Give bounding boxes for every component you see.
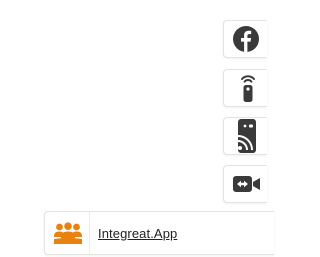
- cast-to-device-icon: [235, 119, 259, 153]
- remote-button[interactable]: [223, 69, 267, 107]
- facebook-button[interactable]: [223, 20, 267, 58]
- video-call-icon: [233, 174, 261, 194]
- cast-button[interactable]: [223, 117, 267, 155]
- integreat-app-link[interactable]: Integreat.App: [98, 226, 177, 241]
- facebook-icon: [233, 26, 259, 52]
- page: Integreat.App: [0, 0, 274, 257]
- video-call-button[interactable]: [223, 165, 267, 203]
- integreat-app-bar[interactable]: Integreat.App: [44, 211, 274, 255]
- remote-control-icon: [240, 73, 256, 103]
- people-group-icon: [47, 212, 90, 254]
